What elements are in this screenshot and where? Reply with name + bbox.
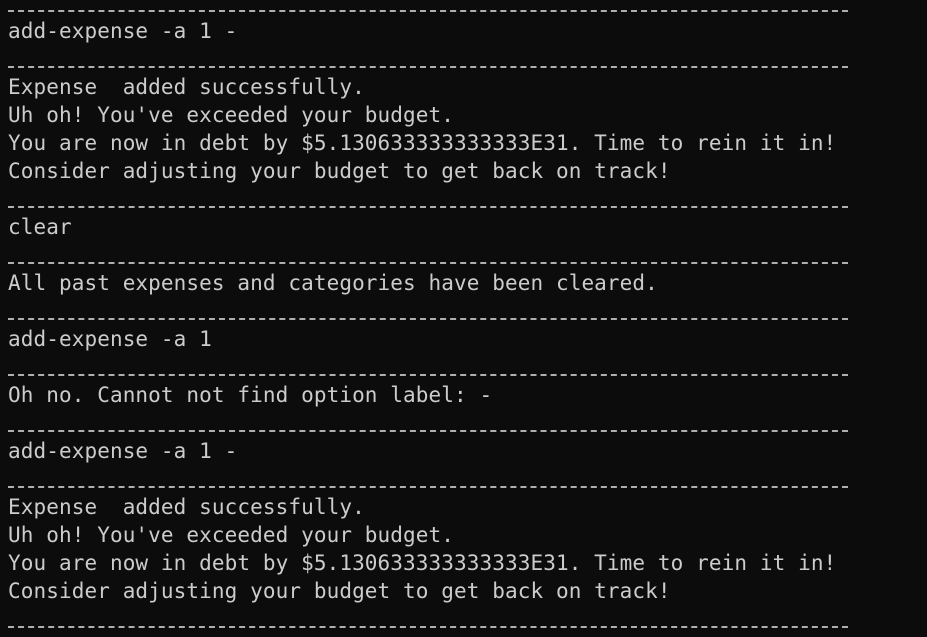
separator-line xyxy=(8,0,849,17)
terminal-line: add-expense -a 1 - xyxy=(8,439,238,463)
separator-line xyxy=(8,241,849,269)
separator-line xyxy=(8,297,849,325)
terminal-line: add-expense -a 1 - xyxy=(8,19,238,43)
terminal-line: Consider adjusting your budget to get ba… xyxy=(8,579,671,603)
separator-line xyxy=(8,45,849,73)
terminal-line: Uh oh! You've exceeded your budget. xyxy=(8,103,455,127)
terminal-line: Consider adjusting your budget to get ba… xyxy=(8,159,671,183)
terminal-line: Expense added successfully. xyxy=(8,495,365,519)
terminal-line: Oh no. Cannot not find option label: - xyxy=(8,383,493,407)
terminal-output: add-expense -a 1 - Expense added successf… xyxy=(8,0,849,633)
separator-line xyxy=(8,185,849,213)
terminal-line: add-expense -a 1 xyxy=(8,327,212,351)
terminal-line: clear xyxy=(8,215,72,239)
terminal-line: You are now in debt by $5.13063333333333… xyxy=(8,131,837,155)
separator-line xyxy=(8,409,849,437)
separator-line xyxy=(8,353,849,381)
terminal-line: Uh oh! You've exceeded your budget. xyxy=(8,523,455,547)
separator-line xyxy=(8,605,849,633)
terminal-window[interactable]: add-expense -a 1 - Expense added successf… xyxy=(0,0,927,637)
terminal-line: Expense added successfully. xyxy=(8,75,365,99)
terminal-line: All past expenses and categories have be… xyxy=(8,271,658,295)
terminal-line: You are now in debt by $5.13063333333333… xyxy=(8,551,837,575)
separator-line xyxy=(8,465,849,493)
